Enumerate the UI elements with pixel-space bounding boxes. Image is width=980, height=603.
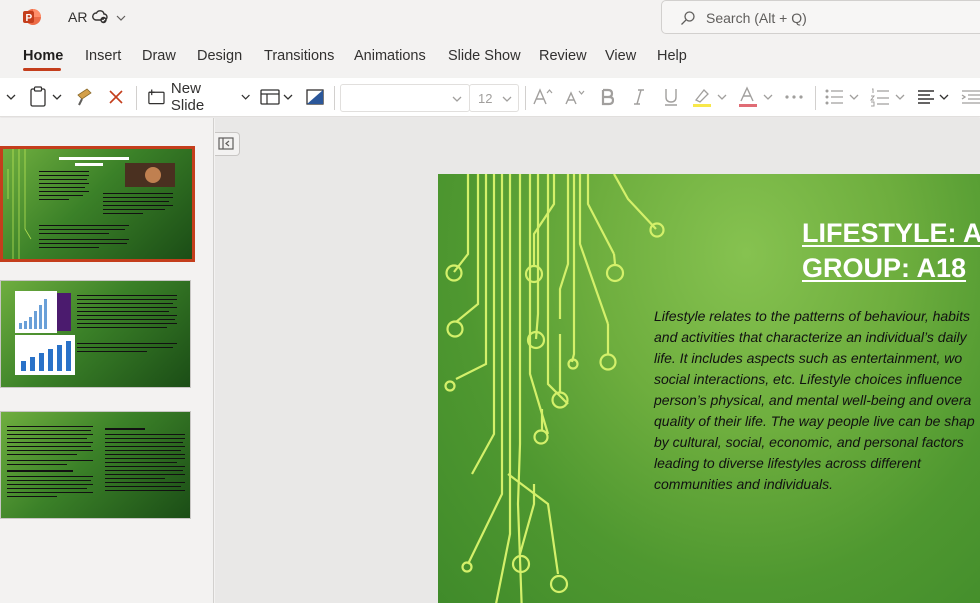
search-placeholder: Search (Alt + Q)	[706, 10, 807, 26]
slide-title-line-2: GROUP: A18	[802, 253, 967, 283]
thumbnail-content	[7, 426, 185, 497]
tab-view[interactable]: View	[605, 48, 636, 64]
font-family-select[interactable]	[340, 84, 470, 112]
powerpoint-logo-icon: P	[22, 7, 42, 27]
underline-icon[interactable]	[660, 86, 682, 108]
ribbon-toolbar: New Slide 12	[0, 78, 980, 117]
bold-icon[interactable]	[596, 86, 618, 108]
format-background-icon[interactable]	[304, 86, 326, 108]
tab-transitions[interactable]: Transitions	[264, 48, 334, 64]
ribbon-separator	[334, 86, 335, 110]
indent-icon[interactable]	[960, 86, 980, 108]
body-line: life. It includes aspects such as entert…	[654, 350, 963, 366]
tab-draw[interactable]: Draw	[142, 48, 176, 64]
chevron-down-icon[interactable]	[115, 11, 127, 23]
ribbon-separator	[815, 86, 816, 110]
body-line: Lifestyle relates to the patterns of beh…	[654, 308, 970, 324]
font-size-value: 12	[478, 91, 493, 106]
decrease-font-size-icon[interactable]	[564, 86, 586, 108]
ribbon-tabs: Home Insert Draw Design Transitions Anim…	[0, 36, 980, 76]
body-line: communities and individuals.	[654, 476, 833, 492]
slide-title-line-1: LIFESTYLE: AU	[802, 218, 980, 248]
bullets-button[interactable]	[823, 86, 861, 108]
italic-icon[interactable]	[628, 86, 650, 108]
tab-home[interactable]: Home	[23, 48, 63, 64]
ribbon-separator	[525, 86, 526, 110]
tab-insert[interactable]: Insert	[85, 48, 121, 64]
increase-font-size-icon[interactable]	[532, 86, 554, 108]
slide-thumbnail-pane	[0, 118, 214, 603]
svg-text:P: P	[26, 13, 33, 24]
thumbnail-content	[7, 149, 175, 259]
paste-button[interactable]	[28, 86, 64, 108]
ribbon-separator	[136, 86, 137, 110]
title-bar: P AR Search (Alt + Q)	[0, 0, 980, 36]
document-name[interactable]: AR	[68, 9, 87, 25]
collapse-pane-icon	[218, 137, 234, 150]
slide-thumbnail-3[interactable]	[0, 411, 191, 519]
chevron-down-icon[interactable]	[4, 86, 18, 108]
new-slide-button[interactable]: New Slide	[147, 80, 251, 114]
search-input[interactable]: Search (Alt + Q)	[661, 0, 980, 34]
tab-slide-show[interactable]: Slide Show	[448, 48, 521, 64]
slide-body-text[interactable]: Lifestyle relates to the patterns of beh…	[654, 306, 980, 495]
new-slide-label: New Slide	[170, 80, 205, 114]
slide-title[interactable]: LIFESTYLE: AU GROUP: A18	[802, 216, 980, 286]
body-line: social interactions, etc. Lifestyle choi…	[654, 371, 963, 387]
clear-formatting-icon[interactable]	[105, 86, 127, 108]
collapse-pane-button[interactable]	[215, 132, 240, 156]
tab-design[interactable]: Design	[197, 48, 242, 64]
new-slide-icon	[148, 89, 165, 105]
font-size-select[interactable]: 12	[469, 84, 519, 112]
format-painter-icon[interactable]	[74, 86, 96, 108]
body-line: and activities that characterize an indi…	[654, 329, 967, 345]
thumbnail-content	[15, 291, 177, 375]
search-icon	[680, 10, 696, 26]
font-color-button[interactable]	[737, 86, 775, 108]
numbering-button[interactable]	[869, 86, 907, 108]
body-line: by cultural, social, economic, and perso…	[654, 434, 964, 450]
current-slide[interactable]: LIFESTYLE: AU GROUP: A18 Lifestyle relat…	[438, 174, 980, 603]
body-line: leading to diverse lifestyles across dif…	[654, 455, 921, 471]
slide-thumbnail-1[interactable]	[0, 146, 195, 262]
align-button[interactable]	[915, 86, 953, 108]
body-line: person’s physical, and mental well-being…	[654, 392, 972, 408]
layout-button[interactable]	[259, 86, 295, 108]
tab-review[interactable]: Review	[539, 48, 587, 64]
tab-animations[interactable]: Animations	[354, 48, 426, 64]
body-line: quality of their life. The way people li…	[654, 413, 975, 429]
active-tab-indicator	[23, 68, 61, 71]
highlight-color-button[interactable]	[691, 86, 729, 108]
autosave-status-icon[interactable]	[92, 9, 108, 25]
tab-help[interactable]: Help	[657, 48, 687, 64]
slide-thumbnail-2[interactable]	[0, 280, 191, 388]
more-options-icon[interactable]	[783, 86, 805, 108]
